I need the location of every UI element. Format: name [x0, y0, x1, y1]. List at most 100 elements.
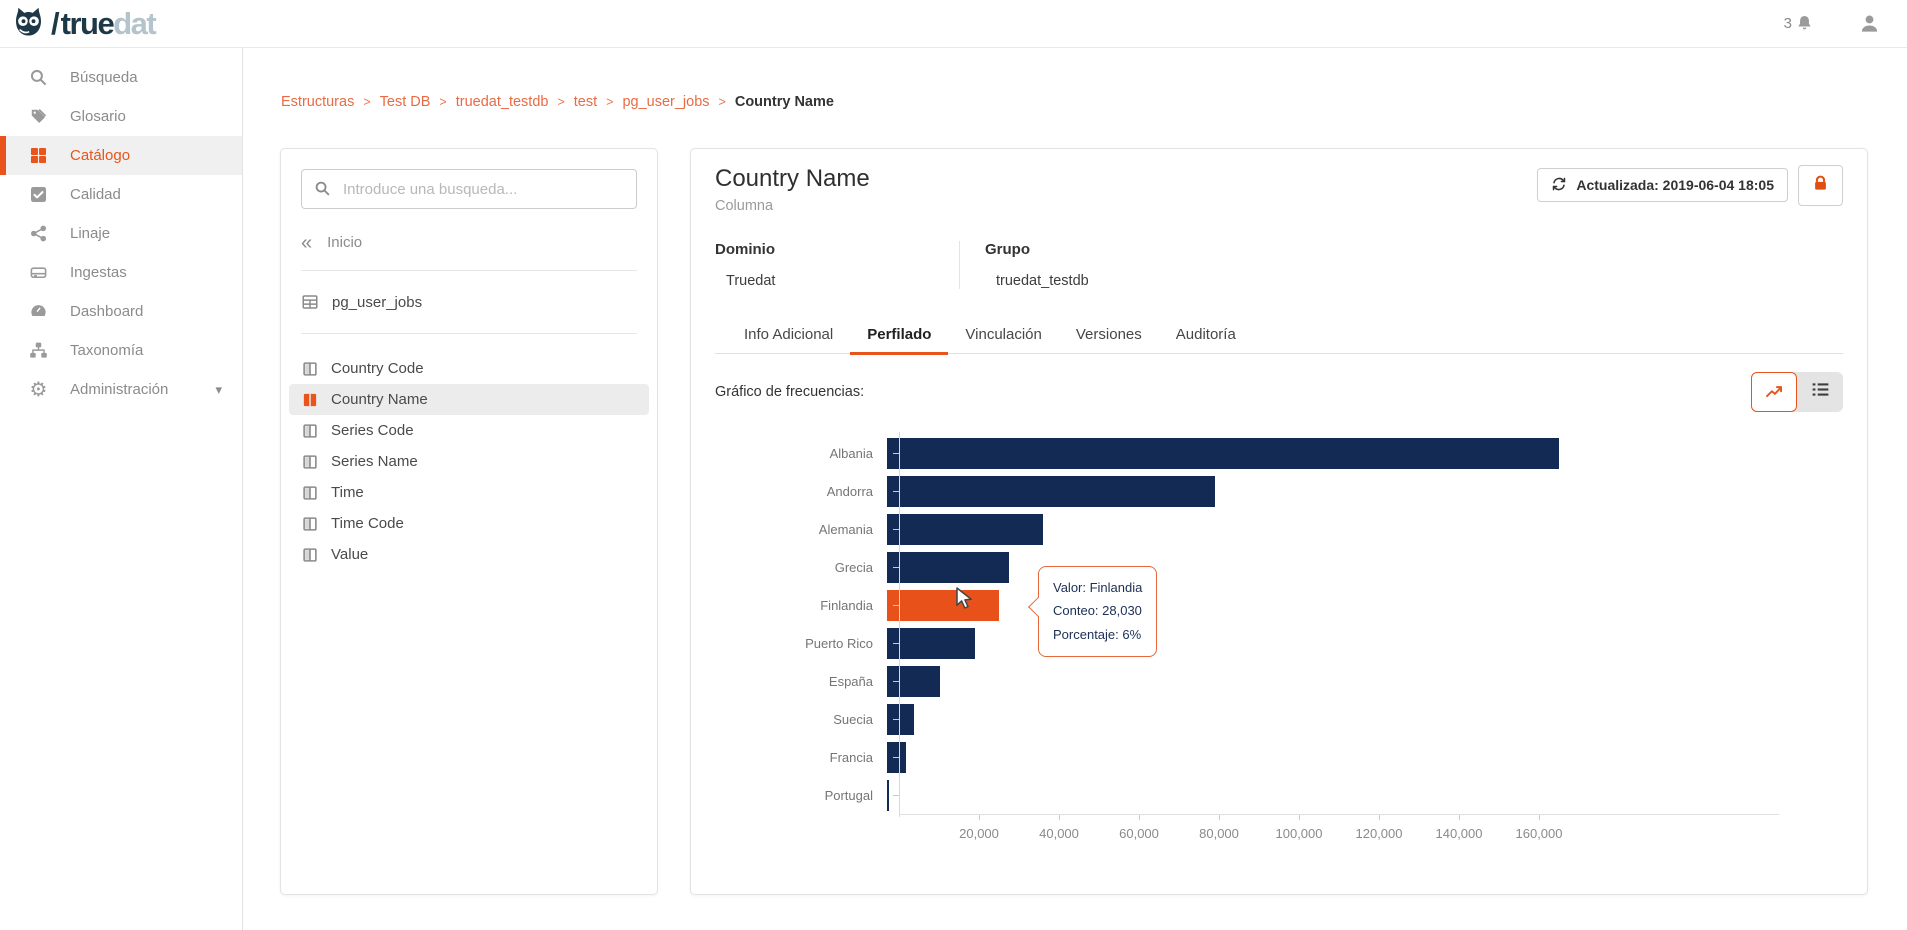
chevron-down-icon: ▾ — [215, 381, 222, 397]
table-item-pg-user-jobs[interactable]: pg_user_jobs — [301, 290, 637, 314]
sidebar-item-catalogo[interactable]: Catálogo — [0, 136, 242, 175]
category-label: Andorra — [826, 483, 873, 499]
tab-vinculación[interactable]: Vinculación — [948, 317, 1058, 355]
chart-view-toggle — [1751, 372, 1843, 412]
x-axis-line — [899, 814, 1779, 815]
frequency-bar[interactable] — [887, 437, 1559, 469]
sidebar-item-glosario[interactable]: Glosario — [0, 97, 242, 136]
bar-row-españa: España — [715, 662, 1843, 700]
breadcrumb-separator: > — [363, 95, 371, 109]
updated-button[interactable]: Actualizada: 2019-06-04 18:05 — [1537, 168, 1788, 202]
column-icon — [302, 361, 318, 377]
tags-icon — [28, 106, 49, 127]
x-axis-tick-label: 80,000 — [1199, 826, 1239, 841]
tab-auditoría[interactable]: Auditoría — [1159, 317, 1253, 355]
list-icon — [1810, 379, 1831, 405]
sidebar-item-ingestas[interactable]: Ingestas — [0, 253, 242, 292]
sidebar-item-dashboard[interactable]: Dashboard — [0, 292, 242, 331]
user-avatar-icon[interactable] — [1858, 12, 1881, 35]
table-icon — [301, 293, 319, 311]
page-subtitle: Columna — [715, 198, 774, 214]
tab-versiones[interactable]: Versiones — [1059, 317, 1159, 355]
bar-row-puerto-rico: Puerto Rico — [715, 624, 1843, 662]
column-item-label: Time — [331, 484, 364, 501]
column-item-country-name[interactable]: Country Name — [289, 384, 649, 415]
tab-bar: Info Adicional Perfilado Vinculación Versio… — [715, 317, 1843, 355]
grid-icon — [28, 145, 49, 166]
updated-label: Actualizada: 2019-06-04 18:05 — [1576, 177, 1774, 193]
category-label: Finlandia — [820, 597, 873, 613]
frequency-bar[interactable] — [887, 627, 975, 659]
lock-button[interactable] — [1798, 165, 1843, 206]
header-actions: 3 — [1784, 12, 1881, 35]
bar-row-francia: Francia — [715, 738, 1843, 776]
column-item-value[interactable]: Value — [289, 539, 649, 570]
column-icon — [302, 392, 318, 408]
column-icon — [302, 547, 318, 563]
breadcrumb-separator: > — [606, 95, 614, 109]
breadcrumb-separator: > — [439, 95, 447, 109]
column-item-label: Time Code — [331, 515, 404, 532]
x-axis-tick — [1459, 815, 1460, 820]
sidebar-item-linaje[interactable]: Linaje — [0, 214, 242, 253]
column-item-label: Country Code — [331, 360, 424, 377]
frequency-bar[interactable] — [887, 589, 999, 621]
sidebar-item-administracion[interactable]: ⚙ Administración ▾ — [0, 370, 242, 409]
page-title: Country Name — [715, 165, 870, 192]
breadcrumb-link[interactable]: test — [574, 94, 597, 110]
divider — [301, 333, 637, 334]
breadcrumb-link[interactable]: truedat_testdb — [456, 94, 549, 110]
column-item-series-name[interactable]: Series Name — [289, 446, 649, 477]
column-list: Country Code Country Name Series Code Serie… — [289, 353, 649, 570]
header-buttons: Actualizada: 2019-06-04 18:05 — [1537, 165, 1843, 206]
tab-info-adicional[interactable]: Info Adicional — [727, 317, 850, 355]
breadcrumb-link[interactable]: pg_user_jobs — [622, 94, 709, 110]
category-label: Grecia — [834, 559, 873, 575]
frequency-bar[interactable] — [887, 513, 1043, 545]
search-input[interactable] — [301, 169, 637, 209]
breadcrumb-separator: > — [718, 95, 726, 109]
category-label: Francia — [829, 749, 873, 765]
tooltip-conteo: Conteo: 28,030 — [1053, 603, 1142, 619]
frequency-bar[interactable] — [887, 475, 1215, 507]
frequency-bar[interactable] — [887, 703, 914, 735]
column-item-label: Value — [331, 546, 369, 563]
app-root: / true dat 3 Búsqueda Glosario Catálogo Cal… — [0, 0, 1907, 930]
breadcrumb-link[interactable]: Estructuras — [281, 94, 354, 110]
truedat-logo[interactable]: / true dat — [10, 5, 157, 42]
frequency-bar[interactable] — [887, 551, 1009, 583]
sidebar-item-taxonomia[interactable]: Taxonomía — [0, 331, 242, 370]
detail-header: Country Name Columna Actualizada: 2019-0… — [715, 165, 1843, 214]
frequency-bar[interactable] — [887, 779, 889, 811]
grupo-label: Grupo — [985, 241, 1030, 258]
column-item-time-code[interactable]: Time Code — [289, 508, 649, 539]
breadcrumb-link[interactable]: Test DB — [380, 94, 431, 110]
table-label: pg_user_jobs — [332, 293, 423, 311]
column-icon — [302, 454, 318, 470]
category-label: España — [828, 673, 873, 689]
x-axis-tick-label: 100,000 — [1275, 826, 1323, 841]
drive-icon — [28, 262, 49, 283]
x-axis-tick-label: 120,000 — [1355, 826, 1403, 841]
breadcrumb-separator: > — [557, 95, 565, 109]
gear-icon: ⚙ — [29, 378, 48, 401]
column-item-label: Series Name — [331, 453, 418, 470]
column-item-time[interactable]: Time — [289, 477, 649, 508]
back-to-inicio[interactable]: « Inicio — [301, 231, 637, 254]
column-item-series-code[interactable]: Series Code — [289, 415, 649, 446]
column-item-country-code[interactable]: Country Code — [289, 353, 649, 384]
sidebar-item-busqueda[interactable]: Búsqueda — [0, 58, 242, 97]
bar-row-alemania: Alemania — [715, 510, 1843, 548]
dominio-value: Truedat — [726, 273, 776, 289]
content-area: Estructuras > Test DB > truedat_testdb > test >… — [243, 48, 1907, 930]
category-label: Suecia — [833, 711, 873, 727]
chevrons-left-icon: « — [301, 231, 313, 254]
breadcrumb-current: Country Name — [734, 94, 834, 110]
sidebar-item-calidad[interactable]: Calidad — [0, 175, 242, 214]
tab-perfilado[interactable]: Perfilado — [850, 317, 949, 355]
y-axis-line — [899, 432, 900, 817]
list-view-button[interactable] — [1797, 372, 1843, 412]
chart-view-button[interactable] — [1751, 372, 1797, 412]
notifications-button[interactable]: 3 — [1784, 14, 1814, 33]
sidebar-item-label: Búsqueda — [70, 69, 138, 86]
